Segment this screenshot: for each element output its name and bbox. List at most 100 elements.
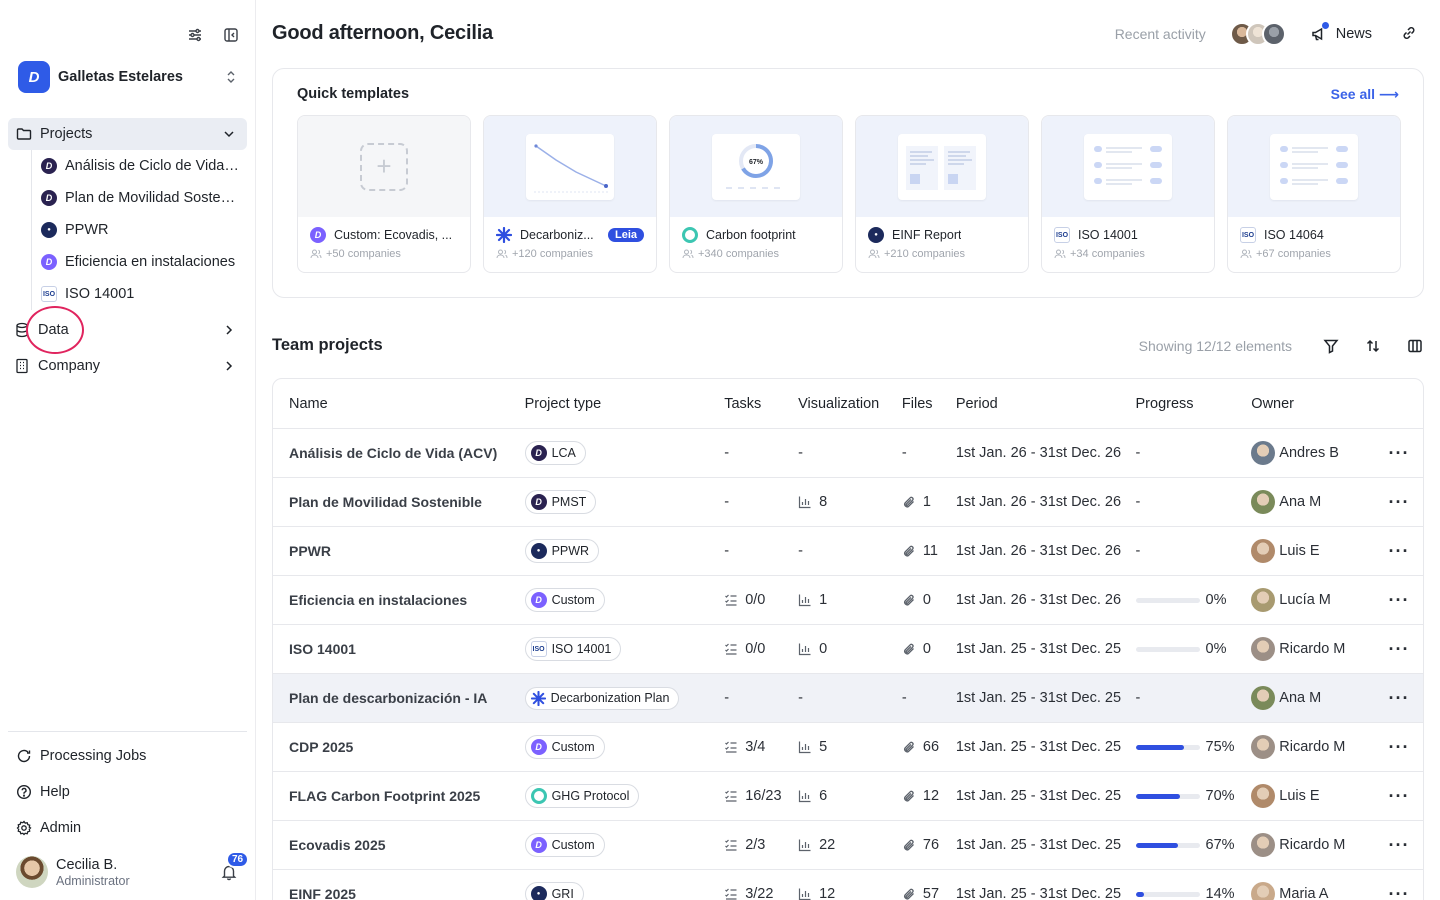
project-name[interactable]: PPWR (273, 543, 525, 559)
link-icon[interactable] (1400, 24, 1418, 45)
template-card[interactable]: 67% Carbon footprint +340 companies (669, 115, 843, 273)
table-row[interactable]: Ecovadis 2025 D Custom 2/3 22 76 1st Jan. 25 -… (273, 821, 1423, 870)
project-type-tag: D PMST (524, 490, 597, 514)
table-row[interactable]: EINF 2025 ● GRI 3/22 12 57 1st Jan. 25 - 31st … (273, 870, 1423, 900)
project-name[interactable]: EINF 2025 (273, 886, 525, 900)
sliders-icon[interactable] (186, 26, 204, 44)
progress-cell: 14% (1135, 886, 1252, 900)
sidebar-project-item[interactable]: D Eficiencia en instalaciones (32, 246, 245, 278)
progress-cell: - (1136, 494, 1252, 510)
template-count: +340 companies (698, 248, 780, 260)
template-name-row: Decarboniz... Leia (496, 227, 644, 243)
row-menu-button[interactable]: ··· (1375, 444, 1423, 462)
row-menu-button[interactable]: ··· (1375, 493, 1423, 511)
template-count-row: +34 companies (1054, 248, 1202, 260)
template-count: +50 companies (326, 248, 401, 260)
nav-processing-jobs[interactable]: Processing Jobs (8, 740, 247, 772)
project-name[interactable]: CDP 2025 (273, 739, 525, 755)
template-card[interactable]: ISO ISO 14001 +34 companies (1041, 115, 1215, 273)
project-name[interactable]: Plan de descarbonización - IA (273, 690, 525, 706)
visualization-value: - (798, 445, 803, 461)
table-row[interactable]: FLAG Carbon Footprint 2025 GHG Protocol 16… (273, 772, 1423, 821)
table-row[interactable]: Análisis de Ciclo de Vida (ACV) D LCA - - -1s… (273, 429, 1423, 478)
avatar (1251, 686, 1276, 710)
period-value: 1st Jan. 26 - 31st Dec. 26 (955, 445, 1122, 461)
visualization-value: 12 (819, 886, 836, 900)
row-menu-button[interactable]: ··· (1375, 787, 1423, 805)
org-logo: D (18, 61, 50, 93)
files-cell: 76 (902, 837, 956, 853)
collaborator-avatars[interactable] (1229, 22, 1286, 46)
visualization-cell: - (798, 445, 902, 461)
nav-admin-label: Admin (40, 820, 82, 836)
columns-icon[interactable] (1406, 337, 1424, 355)
row-menu-button[interactable]: ··· (1375, 885, 1423, 900)
people-icon (1054, 249, 1066, 259)
column-header-tasks[interactable]: Tasks (724, 396, 798, 412)
collapse-sidebar-icon[interactable] (222, 26, 240, 44)
nav-company[interactable]: Company (8, 350, 247, 382)
table-row[interactable]: PPWR ● PPWR - -11 1st Jan. 26 - 31st Dec. 26-… (273, 527, 1423, 576)
more-icon: ··· (1388, 688, 1410, 708)
recent-activity-link[interactable]: Recent activity (1115, 26, 1206, 42)
column-header-progress[interactable]: Progress (1136, 396, 1252, 412)
nav-projects[interactable]: Projects (8, 118, 247, 150)
highlight-ring (26, 306, 84, 354)
column-header-type[interactable]: Project type (525, 396, 725, 412)
project-name[interactable]: Eficiencia en instalaciones (273, 592, 525, 608)
sidebar-project-item[interactable]: D Análisis de Ciclo de Vida (ACV) (32, 150, 245, 182)
notifications-button[interactable]: 76 (220, 851, 250, 881)
template-card[interactable]: ● EINF Report +210 companies (855, 115, 1029, 273)
table-row[interactable]: Eficiencia en instalaciones D Custom 0/0 1 0 1… (273, 576, 1423, 625)
column-header-files[interactable]: Files (902, 396, 956, 412)
project-type-icon: D (41, 190, 57, 206)
project-name[interactable]: Ecovadis 2025 (273, 837, 525, 853)
org-name: Galletas Estelares (58, 69, 183, 85)
project-type-cell: ISO ISO 14001 (524, 637, 725, 661)
column-header-owner[interactable]: Owner (1251, 396, 1375, 412)
row-menu-button[interactable]: ··· (1375, 738, 1423, 756)
progress-bar (1135, 744, 1200, 750)
row-menu-button[interactable]: ··· (1375, 688, 1423, 708)
progress-value: - (1135, 445, 1141, 461)
row-menu-button[interactable]: ··· (1375, 542, 1423, 560)
quick-templates-panel: Quick templates See all ⟶ + D Custom: Ec… (272, 68, 1424, 298)
news-button[interactable]: News (1310, 22, 1372, 43)
column-header-period[interactable]: Period (956, 396, 1136, 412)
nav-admin[interactable]: Admin (8, 812, 247, 844)
checklist-icon (725, 839, 737, 851)
sidebar-project-item[interactable]: ISO ISO 14001 (32, 278, 245, 310)
table-row[interactable]: CDP 2025 D Custom 3/4 5 66 1st Jan. 25 - 31st … (273, 723, 1423, 772)
tasks-value: - (724, 543, 730, 559)
project-type-label: Custom (551, 740, 595, 754)
sidebar-project-item[interactable]: D Plan de Movilidad Sostenible (32, 182, 245, 214)
sidebar-project-item[interactable]: ● PPWR (32, 214, 245, 246)
template-name-row: ISO ISO 14064 (1240, 227, 1388, 243)
table-row[interactable]: ISO 14001 ISO ISO 14001 0/0 0 0 1st Jan. 25 - … (273, 625, 1423, 674)
sort-icon[interactable] (1364, 337, 1382, 355)
org-switcher[interactable]: D Galletas Estelares (18, 61, 244, 93)
column-header-visualization[interactable]: Visualization (798, 396, 902, 412)
see-all-link[interactable]: See all ⟶ (1331, 86, 1399, 103)
row-menu-button[interactable]: ··· (1375, 836, 1423, 854)
table-row[interactable]: Plan de descarbonización - IA Decarboniza… (273, 674, 1423, 723)
nav-help[interactable]: Help (8, 776, 247, 808)
row-menu-button[interactable]: ··· (1375, 640, 1423, 658)
report-thumbnail (898, 133, 986, 200)
user-profile[interactable]: Cecilia B. Administrator 76 (16, 851, 250, 889)
template-card[interactable]: ISO ISO 14064 +67 companies (1227, 115, 1401, 273)
project-name[interactable]: Plan de Movilidad Sostenible (273, 494, 525, 510)
template-card[interactable]: + D Custom: Ecovadis, ... +50 companies (297, 115, 471, 273)
column-header-name[interactable]: Name (273, 396, 525, 412)
table-row[interactable]: Plan de Movilidad Sostenible D PMST - 8 1 1st … (273, 478, 1423, 527)
template-name-row: ● EINF Report (868, 227, 1016, 243)
carbon-footprint-icon (682, 227, 698, 243)
template-name: Carbon footprint (706, 228, 796, 242)
template-card[interactable]: Decarboniz... Leia +120 companies (483, 115, 657, 273)
carbon-footprint-icon (530, 788, 547, 804)
project-name[interactable]: Análisis de Ciclo de Vida (ACV) (273, 445, 525, 461)
filter-icon[interactable] (1322, 337, 1340, 355)
project-name[interactable]: ISO 14001 (273, 641, 525, 657)
project-name[interactable]: FLAG Carbon Footprint 2025 (273, 788, 525, 804)
row-menu-button[interactable]: ··· (1375, 591, 1423, 609)
